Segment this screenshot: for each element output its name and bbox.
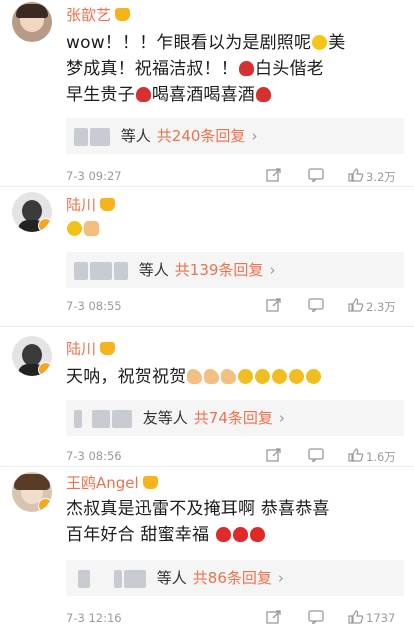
- kiss-emoji-icon: [272, 369, 288, 384]
- avatar[interactable]: [12, 336, 52, 376]
- avatar[interactable]: [12, 2, 52, 42]
- replies-box[interactable]: 等人 共86条回复 ›: [66, 560, 404, 596]
- share-icon[interactable]: [266, 610, 282, 624]
- comment-meta: 7-3 12:16 1737: [66, 610, 396, 625]
- kiss-emoji-icon: [306, 369, 322, 384]
- comment-icon[interactable]: [308, 168, 324, 182]
- comment-icon[interactable]: [308, 610, 324, 624]
- kiss-emoji-icon: [289, 369, 305, 384]
- comment-username[interactable]: 陆川: [66, 194, 116, 215]
- blurred-username: [114, 261, 128, 280]
- divider: [0, 326, 414, 327]
- red-heart-emoji-icon: [232, 527, 248, 542]
- comment-meta: 7-3 08:56 1.6万: [66, 448, 396, 464]
- blurred-username: [112, 409, 132, 428]
- kiss-emoji-icon: [255, 369, 271, 384]
- rose-emoji-icon: [239, 61, 254, 76]
- muscle-emoji-icon: [204, 369, 220, 384]
- comment-meta: 7-3 08:55 2.3万: [66, 298, 396, 314]
- crown-vip-icon: [100, 198, 116, 211]
- divider: [0, 186, 414, 187]
- muscle-emoji-icon: [221, 369, 237, 384]
- chevron-right-icon: ›: [269, 261, 276, 279]
- share-icon[interactable]: [266, 448, 282, 462]
- divider: [0, 466, 414, 467]
- comment-icon[interactable]: [308, 298, 324, 312]
- verified-badge-icon: [38, 218, 52, 232]
- muscle-emoji-icon: [187, 369, 203, 384]
- blurred-username: [90, 127, 110, 146]
- chevron-right-icon: ›: [278, 409, 285, 427]
- laughing-emoji-icon: [312, 35, 328, 50]
- thumbs-up-icon[interactable]: [348, 448, 364, 462]
- comment-username[interactable]: 张歆艺: [66, 4, 131, 25]
- avatar[interactable]: [12, 192, 52, 232]
- blurred-username: [74, 409, 82, 428]
- share-icon[interactable]: [266, 168, 282, 182]
- replies-box[interactable]: 等人 共139条回复 ›: [66, 252, 404, 288]
- blurred-username: [124, 569, 146, 588]
- crown-vip-icon: [115, 8, 131, 21]
- comment-meta: 7-3 09:27 3.2万: [66, 168, 396, 184]
- share-icon[interactable]: [266, 298, 282, 312]
- comment-text: wow！！！乍眼看以为是剧照呢美 梦成真！祝福洁叔！！ 白头偕老 早生贵子 喝喜酒喝…: [66, 33, 346, 105]
- comment-text: 杰叔真是迅雷不及掩耳啊 恭喜恭喜 百年好合 甜蜜幸福: [66, 499, 330, 545]
- thumbs-up-icon[interactable]: [348, 298, 364, 312]
- comment-text: 天呐，祝贺祝贺: [66, 364, 406, 390]
- replies-box[interactable]: 友等人 共74条回复 ›: [66, 400, 404, 436]
- crown-vip-icon: [142, 476, 158, 489]
- blurred-username: [114, 569, 122, 588]
- rose-emoji-icon: [135, 87, 151, 102]
- blurred-username: [74, 127, 88, 146]
- thumbs-up-emoji-icon: [84, 221, 99, 236]
- chevron-right-icon: ›: [277, 569, 284, 587]
- avatar[interactable]: [12, 472, 52, 512]
- crown-vip-icon: [100, 342, 116, 355]
- blurred-username: [92, 409, 110, 428]
- red-heart-emoji-icon: [215, 527, 231, 542]
- comment-icon[interactable]: [308, 448, 324, 462]
- grin-emoji-icon: [67, 221, 82, 236]
- blurred-username: [74, 261, 88, 280]
- thumbs-up-icon[interactable]: [348, 168, 364, 182]
- rose-emoji-icon: [256, 87, 272, 102]
- red-heart-emoji-icon: [249, 527, 265, 542]
- chevron-right-icon: ›: [251, 127, 258, 145]
- blurred-username: [90, 261, 112, 280]
- kiss-emoji-icon: [238, 369, 254, 384]
- verified-badge-icon: [38, 362, 52, 376]
- comment-text: [66, 216, 406, 242]
- blurred-username: [78, 569, 90, 588]
- replies-box[interactable]: 等人 共240条回复 ›: [66, 118, 404, 154]
- comment-username[interactable]: 王鸥Angel: [66, 472, 158, 493]
- comment-username[interactable]: 陆川: [66, 338, 116, 359]
- verified-badge-icon: [38, 498, 52, 512]
- thumbs-up-icon[interactable]: [348, 610, 364, 624]
